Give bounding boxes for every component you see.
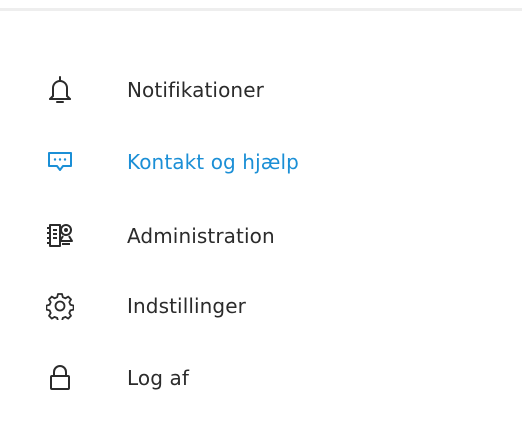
menu-item-label: Indstillinger (127, 294, 246, 318)
menu-item-administration[interactable]: Administration (20, 212, 500, 260)
menu-item-settings[interactable]: Indstillinger (20, 282, 500, 330)
chat-bubble-icon (45, 147, 75, 177)
gear-icon (45, 291, 75, 321)
menu-item-label: Log af (127, 366, 189, 390)
menu-item-label: Notifikationer (127, 78, 264, 102)
menu-item-logout[interactable]: Log af (20, 354, 500, 402)
admin-id-card-icon (45, 221, 75, 251)
menu-item-label: Administration (127, 224, 275, 248)
menu-item-notifications[interactable]: Notifikationer (20, 66, 500, 114)
bell-icon (45, 75, 75, 105)
menu-item-label: Kontakt og hjælp (127, 150, 299, 174)
menu-item-contact-help[interactable]: Kontakt og hjælp (20, 138, 500, 186)
lock-icon (45, 363, 75, 393)
account-menu: Notifikationer Kontakt og hjælp Administ… (0, 0, 522, 439)
